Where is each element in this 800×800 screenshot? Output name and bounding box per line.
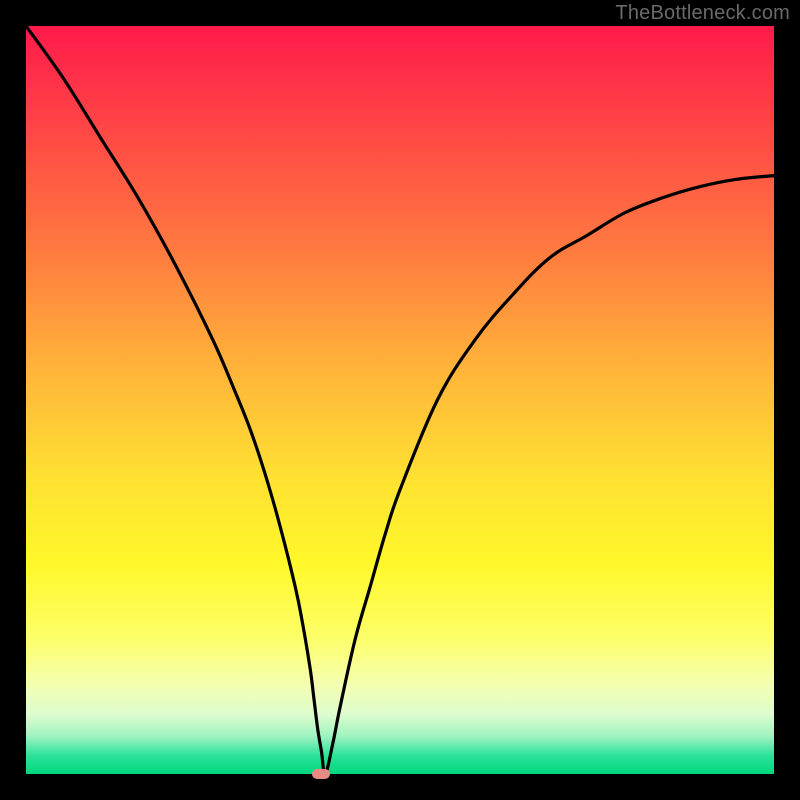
- bottleneck-curve: [26, 26, 774, 774]
- bottleneck-curve-svg: [26, 26, 774, 774]
- watermark-text: TheBottleneck.com: [615, 2, 790, 25]
- chart-frame: TheBottleneck.com: [0, 0, 800, 800]
- minimum-marker: [312, 769, 330, 779]
